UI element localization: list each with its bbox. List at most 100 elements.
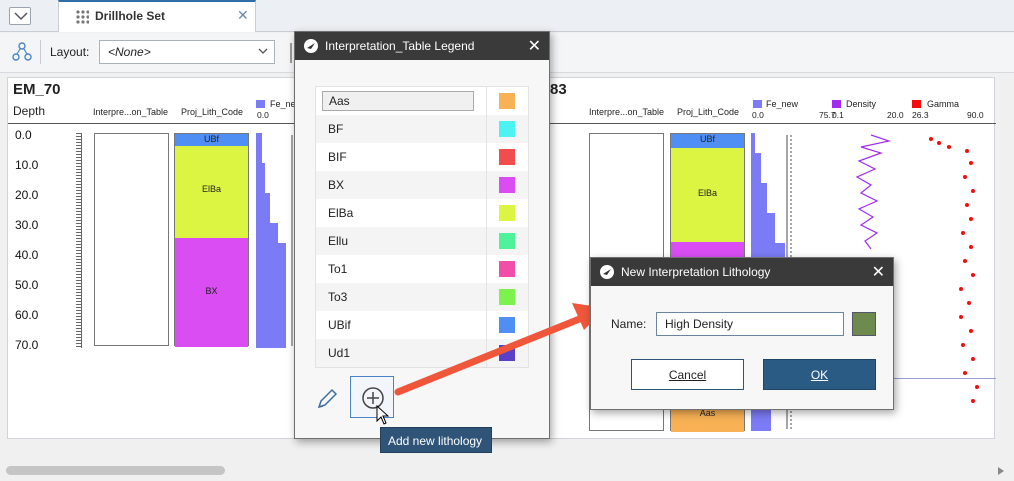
legend-row[interactable]: ElBa xyxy=(316,199,528,227)
lith-label: UBf xyxy=(699,134,715,144)
legend-color-swatch[interactable] xyxy=(499,317,515,333)
name-label: Name: xyxy=(611,317,647,331)
column-header-interpretation: Interpre...on_Table xyxy=(93,107,169,117)
depth-tick-label: 60.0 xyxy=(15,308,39,322)
legend-row[interactable]: Ellu xyxy=(316,227,528,255)
density-scale-min: 0.1 xyxy=(832,110,844,120)
horizontal-scrollbar-thumb[interactable] xyxy=(6,466,225,475)
tab-drillhole-set[interactable]: Drillhole Set ✕ xyxy=(58,0,256,32)
legend-item-name: BF xyxy=(328,122,344,136)
close-tab-icon[interactable]: ✕ xyxy=(237,7,249,24)
legend-row[interactable]: BX xyxy=(316,171,528,199)
depth-tick-label: 20.0 xyxy=(15,188,39,202)
legend-row[interactable]: Aas xyxy=(316,87,528,115)
legend-item-name: BX xyxy=(328,178,345,192)
legend-column-divider xyxy=(486,143,487,171)
legend-column-divider xyxy=(486,339,487,367)
lith-interval: ElBa xyxy=(175,146,248,238)
drillhole-set-icon xyxy=(76,10,89,24)
depth-tick-label: 0.0 xyxy=(15,128,32,142)
depth-ruler xyxy=(76,133,82,348)
fe-scale-min: 0.0 xyxy=(752,110,764,120)
legend-item-name: Ud1 xyxy=(328,346,351,360)
legend-row[interactable]: BF xyxy=(316,115,528,143)
cancel-button[interactable]: Cancel xyxy=(631,359,744,390)
legend-table: Aas BF BIF BX ElBa Ellu To1 To3 UBif Ud1 xyxy=(315,86,529,368)
legend-column-divider xyxy=(486,171,487,199)
leapfrog-icon xyxy=(600,265,614,279)
column-header-density: Density xyxy=(846,99,877,109)
layout-select-value: <None> xyxy=(108,45,151,59)
legend-row[interactable]: To1 xyxy=(316,255,528,283)
density-scale-max: 20.0 xyxy=(887,110,904,120)
legend-item-name: Aas xyxy=(322,91,474,111)
column-header-fe: Fe_new xyxy=(766,99,799,109)
column-header-interpretation: Interpre...on_Table xyxy=(589,107,665,117)
legend-row[interactable]: Ud1 xyxy=(316,339,528,367)
ok-button-label: OK xyxy=(810,368,829,382)
gamma-scale-min: 26.3 xyxy=(912,110,929,120)
legend-color-swatch[interactable] xyxy=(499,345,515,361)
gamma-legend-swatch xyxy=(912,100,921,108)
fe-scale-min: 0.0 xyxy=(257,110,269,120)
lithology-color-picker[interactable] xyxy=(852,312,876,336)
depth-tick-label: 40.0 xyxy=(15,248,39,262)
column-header-gamma: Gamma xyxy=(927,99,960,109)
lith-interval: UBf xyxy=(175,134,248,146)
ok-button[interactable]: OK xyxy=(763,359,876,390)
lith-interval: BX xyxy=(175,238,248,347)
hole-name-right: 83 xyxy=(550,81,567,98)
collapse-panel-button[interactable] xyxy=(9,7,31,25)
name-input[interactable]: High Density xyxy=(656,312,844,336)
name-input-value: High Density xyxy=(665,317,734,331)
new-lithology-dialog-title: New Interpretation Lithology xyxy=(621,265,771,279)
layout-select[interactable]: <None> xyxy=(99,40,275,64)
legend-item-name: To3 xyxy=(328,290,348,304)
legend-column-divider xyxy=(486,255,487,283)
scroll-right-icon[interactable] xyxy=(996,466,1006,476)
drillhole-tool-icon[interactable] xyxy=(12,42,32,62)
legend-color-swatch[interactable] xyxy=(499,177,515,193)
interpretation-track-left[interactable] xyxy=(94,133,169,346)
toolbar-divider xyxy=(40,40,41,64)
legend-dialog-titlebar[interactable]: Interpretation_Table Legend ✕ xyxy=(295,32,549,60)
chevron-down-icon xyxy=(258,48,268,54)
new-lithology-dialog-titlebar[interactable]: New Interpretation Lithology ✕ xyxy=(591,258,893,286)
legend-color-swatch[interactable] xyxy=(499,121,515,137)
legend-dialog-title: Interpretation_Table Legend xyxy=(325,39,475,53)
density-legend-swatch xyxy=(832,100,841,108)
lith-label: ElBa xyxy=(697,188,717,198)
chevron-down-icon xyxy=(14,12,28,21)
depth-tick-label: 70.0 xyxy=(15,338,39,352)
lith-label: BX xyxy=(205,286,218,296)
legend-row[interactable]: UBif xyxy=(316,311,528,339)
depth-header: Depth xyxy=(13,104,46,118)
legend-column-divider xyxy=(486,115,487,143)
legend-column-divider xyxy=(486,283,487,311)
close-icon[interactable]: ✕ xyxy=(872,262,885,282)
legend-color-swatch[interactable] xyxy=(499,93,515,109)
new-lithology-dialog: New Interpretation Lithology ✕ Name: Hig… xyxy=(590,257,894,410)
lith-interval: UBf xyxy=(671,134,744,148)
legend-color-swatch[interactable] xyxy=(499,205,515,221)
leapfrog-icon xyxy=(304,39,318,53)
close-icon[interactable]: ✕ xyxy=(528,36,541,56)
legend-row[interactable]: To3 xyxy=(316,283,528,311)
legend-column-divider xyxy=(486,227,487,255)
legend-color-swatch[interactable] xyxy=(499,261,515,277)
legend-column-divider xyxy=(486,87,487,115)
depth-tick-label: 50.0 xyxy=(15,278,39,292)
depth-tick-label: 10.0 xyxy=(15,158,39,172)
column-header-lith-code: Proj_Lith_Code xyxy=(181,107,244,117)
legend-color-swatch[interactable] xyxy=(499,149,515,165)
lith-label: UBf xyxy=(203,134,219,144)
legend-column-divider xyxy=(486,199,487,227)
lith-label: ElBa xyxy=(201,184,221,194)
legend-color-swatch[interactable] xyxy=(499,289,515,305)
legend-item-name: To1 xyxy=(328,262,348,276)
lith-interval: ElBa xyxy=(671,148,744,242)
legend-row[interactable]: BIF xyxy=(316,143,528,171)
lith-code-track-left: UBf ElBa BX xyxy=(174,133,249,347)
legend-color-swatch[interactable] xyxy=(499,233,515,249)
pencil-icon[interactable] xyxy=(315,387,339,411)
